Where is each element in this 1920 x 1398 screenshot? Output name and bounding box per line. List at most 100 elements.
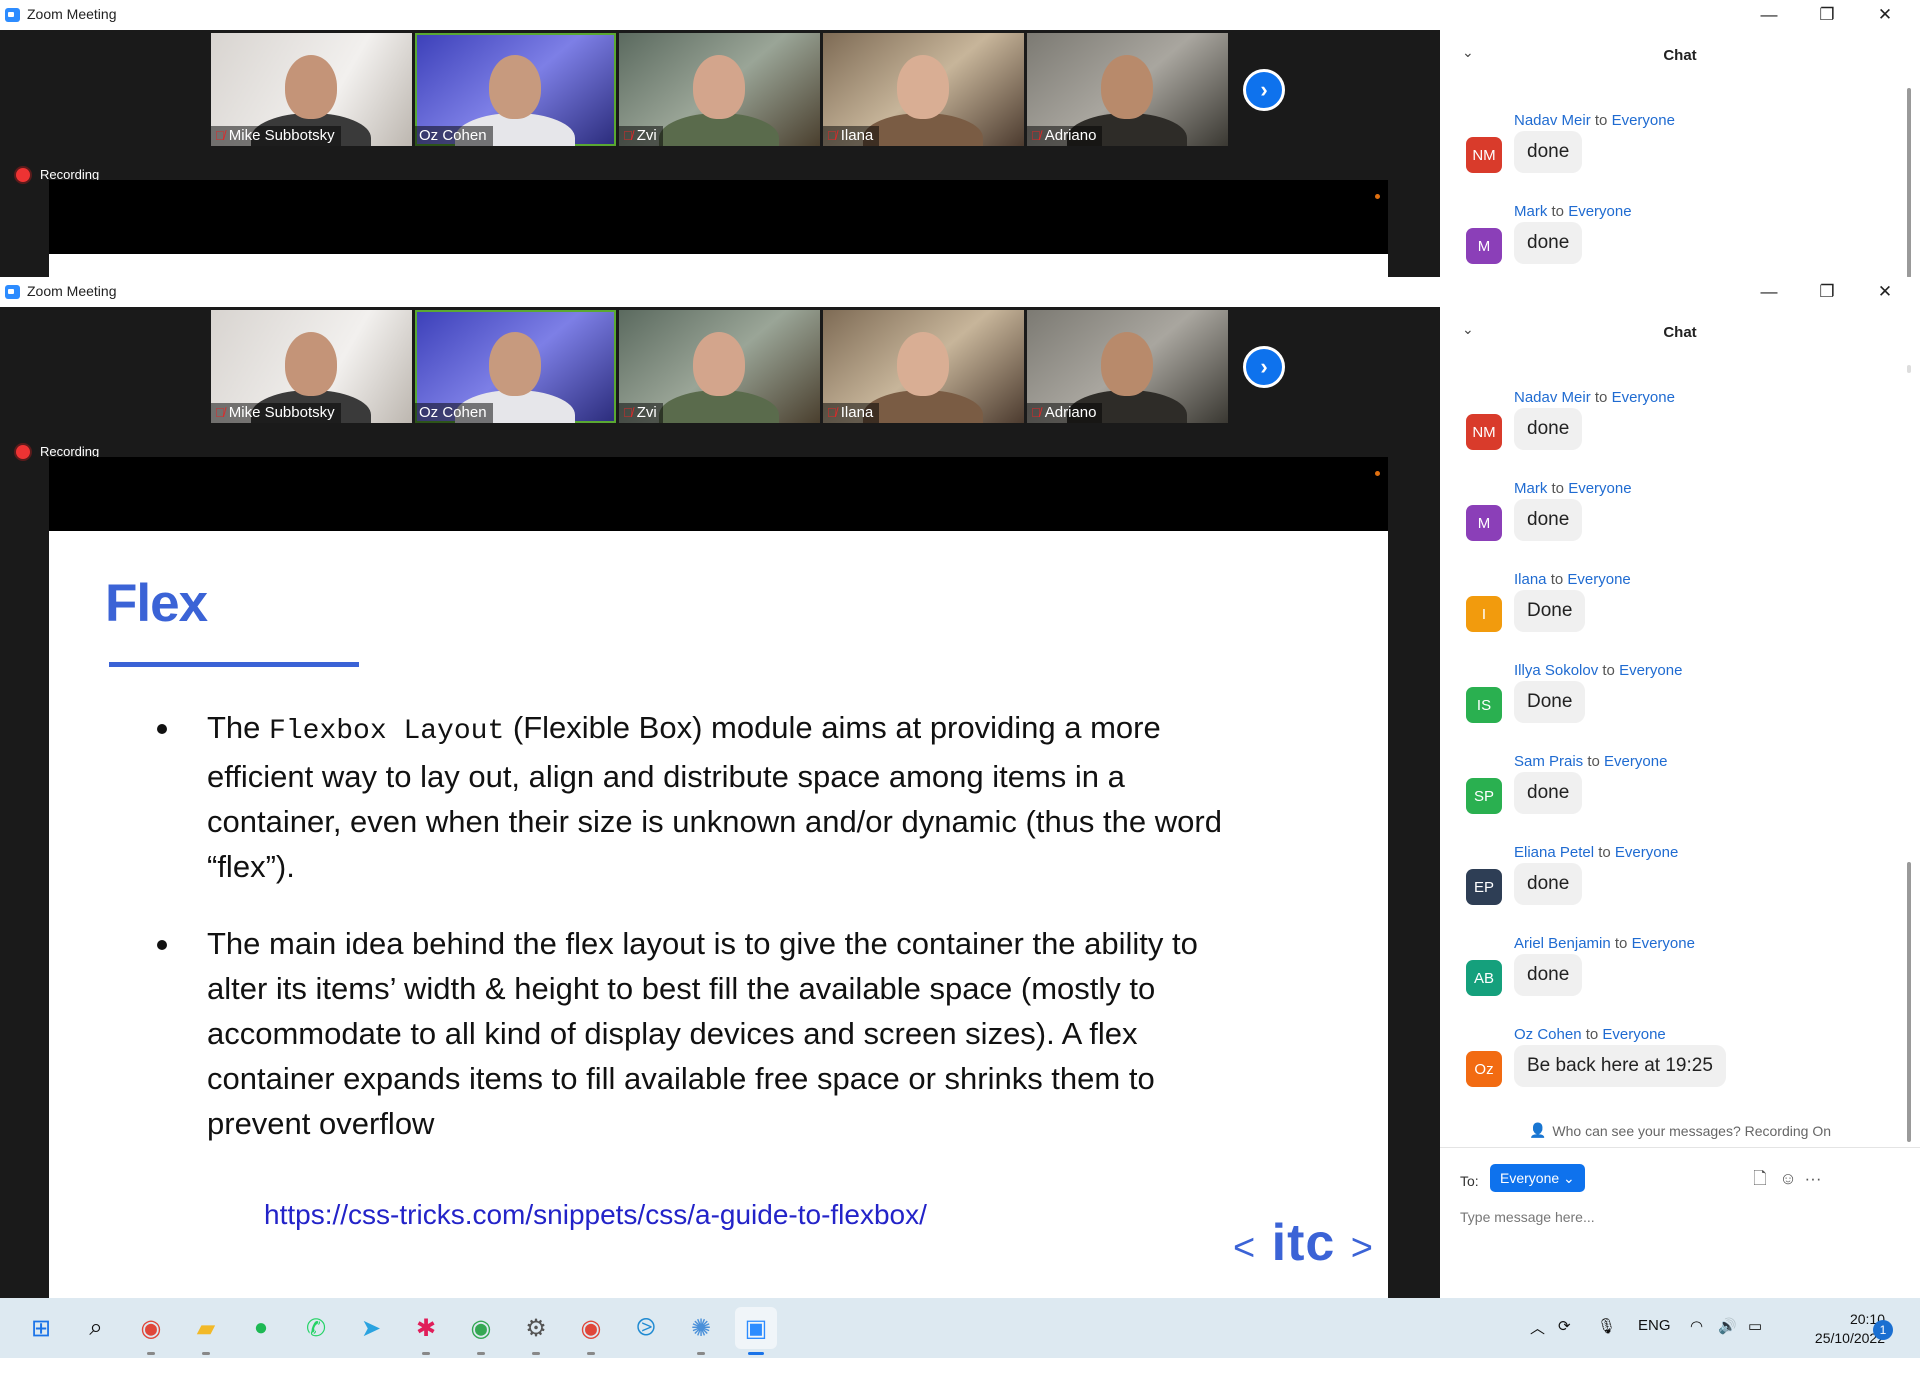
spotify-icon[interactable]: ● (240, 1307, 282, 1349)
sync-icon[interactable]: ⟳ (1558, 1317, 1571, 1335)
mic-muted-icon: 🎙̸ (623, 405, 633, 420)
participant-tile[interactable]: 🎙̸ Mike Subbotsky (211, 33, 412, 146)
chat-recipient[interactable]: Everyone (1612, 112, 1675, 129)
chat-bubble: done (1514, 863, 1583, 905)
slide-link[interactable]: https://css-tricks.com/snippets/css/a-gu… (264, 1199, 927, 1231)
language-indicator[interactable]: ENG (1638, 1317, 1671, 1334)
chat-scrollbar[interactable] (1907, 88, 1911, 277)
avatar: IS (1466, 687, 1502, 723)
running-indicator (748, 1352, 764, 1355)
participant-tile[interactable]: 🎙̸ Adriano (1027, 310, 1228, 423)
battery-icon[interactable]: ▭ (1748, 1317, 1762, 1335)
minimize-button[interactable]: — (1740, 0, 1798, 30)
next-page-button[interactable]: › (1243, 346, 1285, 388)
settings-icon[interactable]: ⚙ (515, 1307, 557, 1355)
windows-start-icon[interactable]: ⊞ (20, 1307, 62, 1349)
volume-icon[interactable]: 🔊 (1718, 1317, 1737, 1335)
microphone-icon[interactable]: 🎙 (1597, 1317, 1616, 1335)
maximize-button[interactable]: ❐ (1798, 0, 1856, 30)
chat-sender-name[interactable]: Illya Sokolov (1514, 662, 1598, 679)
chat-to-word: to (1585, 1026, 1599, 1043)
chat-recipient[interactable]: Everyone (1602, 1026, 1665, 1043)
file-icon[interactable]: 🗋 (1750, 1169, 1770, 1189)
chat-sender-name[interactable]: Mark (1514, 203, 1547, 220)
participant-tile[interactable]: 🎙̸ Adriano (1027, 33, 1228, 146)
chat-bubble: Done (1514, 681, 1586, 723)
file-explorer-icon[interactable]: ▰ (185, 1307, 227, 1355)
chat-sender-line: Nadav Meir to Everyone (1514, 112, 1675, 129)
chevron-up-icon[interactable]: ︿ (1530, 1317, 1545, 1338)
participant-tile[interactable]: Oz Cohen (415, 33, 616, 146)
chat-recipient[interactable]: Everyone (1568, 480, 1631, 497)
telegram-icon[interactable]: ➤ (350, 1307, 392, 1349)
participant-video-face (489, 55, 541, 119)
close-button[interactable]: ✕ (1856, 0, 1914, 30)
chat-recipient[interactable]: Everyone (1568, 203, 1631, 220)
chat-header: ⌄ Chat (1440, 30, 1920, 86)
zoom-window-bottom: Zoom Meeting — ❐ ✕ 🎙̸ Mike Subbotsky Oz Co… (0, 277, 1920, 1298)
next-page-button[interactable]: › (1243, 69, 1285, 111)
to-label: To: (1460, 1173, 1479, 1189)
wifi-icon[interactable]: ◠ (1690, 1317, 1703, 1335)
network-tool-icon[interactable]: ✺ (680, 1307, 722, 1355)
chat-sender-name[interactable]: Nadav Meir (1514, 389, 1591, 406)
participant-tile[interactable]: 🎙̸ Ilana (823, 33, 1024, 146)
chat-sender-name[interactable]: Mark (1514, 480, 1547, 497)
participant-name-label: 🎙̸ Ilana (823, 126, 880, 146)
chat-sender-name[interactable]: Oz Cohen (1514, 1026, 1582, 1043)
participant-name-label: Oz Cohen (415, 126, 493, 146)
close-button[interactable]: ✕ (1856, 277, 1914, 307)
minimize-button[interactable]: — (1740, 277, 1798, 307)
chat-recipient[interactable]: Everyone (1615, 844, 1678, 861)
recipient-select[interactable]: Everyone ⌄ (1490, 1164, 1585, 1192)
participant-tile[interactable]: 🎙̸ Ilana (823, 310, 1024, 423)
chat-scrollbar[interactable] (1907, 862, 1911, 1142)
chat-message-input[interactable] (1460, 1202, 1900, 1232)
system-clock[interactable]: 20:10 25/10/2022 (1785, 1310, 1885, 1348)
avatar: I (1466, 596, 1502, 632)
chat-header: ⌄ Chat (1440, 307, 1920, 363)
participant-tile[interactable]: 🎙̸ Zvi (619, 310, 820, 423)
chrome-icon[interactable]: ◉ (130, 1307, 172, 1355)
chrome-icon[interactable]: ◉ (570, 1307, 612, 1355)
bullet-1-code: Flexbox Layout (269, 716, 505, 747)
chat-sender-name[interactable]: Nadav Meir (1514, 112, 1591, 129)
chat-sender-name[interactable]: Ilana (1514, 571, 1547, 588)
participant-tile[interactable]: Oz Cohen (415, 310, 616, 423)
zoom-icon[interactable]: ▣ (735, 1307, 777, 1355)
participant-tile[interactable]: 🎙̸ Mike Subbotsky (211, 310, 412, 423)
emoji-icon[interactable]: ☺ (1778, 1169, 1798, 1189)
chat-sender-name[interactable]: Eliana Petel (1514, 844, 1594, 861)
maximize-button[interactable]: ❐ (1798, 277, 1856, 307)
share-indicator-dot (1375, 471, 1380, 476)
divider (1440, 1147, 1920, 1148)
whatsapp-icon[interactable]: ✆ (295, 1307, 337, 1349)
slack-icon[interactable]: ✱ (405, 1307, 447, 1355)
participant-name: Ilana (840, 127, 874, 144)
participant-tile[interactable]: 🎙̸ Zvi (619, 33, 820, 146)
notification-badge[interactable]: 1 (1873, 1320, 1893, 1340)
participant-name-label: Oz Cohen (415, 403, 493, 423)
more-icon[interactable]: ··· (1803, 1169, 1823, 1189)
participant-name: Adriano (1044, 404, 1097, 421)
running-indicator (147, 1352, 155, 1355)
screen-share (49, 180, 1388, 277)
search-icon[interactable]: ⌕ (75, 1307, 117, 1349)
chat-sender-name[interactable]: Ariel Benjamin (1514, 935, 1611, 952)
chat-recipient[interactable]: Everyone (1612, 389, 1675, 406)
chat-bubble: done (1514, 772, 1583, 814)
chat-recipient[interactable]: Everyone (1567, 571, 1630, 588)
participant-name: Ilana (840, 404, 874, 421)
chevron-right-icon: › (1260, 354, 1268, 379)
avatar: NM (1466, 137, 1502, 173)
chrome-profile-icon[interactable]: ◉ (460, 1307, 502, 1355)
running-indicator (587, 1352, 595, 1355)
participant-name-label: 🎙̸ Adriano (1027, 126, 1103, 146)
chat-sender-name[interactable]: Sam Prais (1514, 753, 1583, 770)
window-title: Zoom Meeting (27, 6, 117, 22)
chat-recipient[interactable]: Everyone (1619, 662, 1682, 679)
vscode-icon[interactable]: ⧁ (625, 1307, 667, 1349)
chat-privacy-hint[interactable]: 👤 Who can see your messages? Recording On (1440, 1122, 1920, 1139)
chat-recipient[interactable]: Everyone (1632, 935, 1695, 952)
chat-recipient[interactable]: Everyone (1604, 753, 1667, 770)
